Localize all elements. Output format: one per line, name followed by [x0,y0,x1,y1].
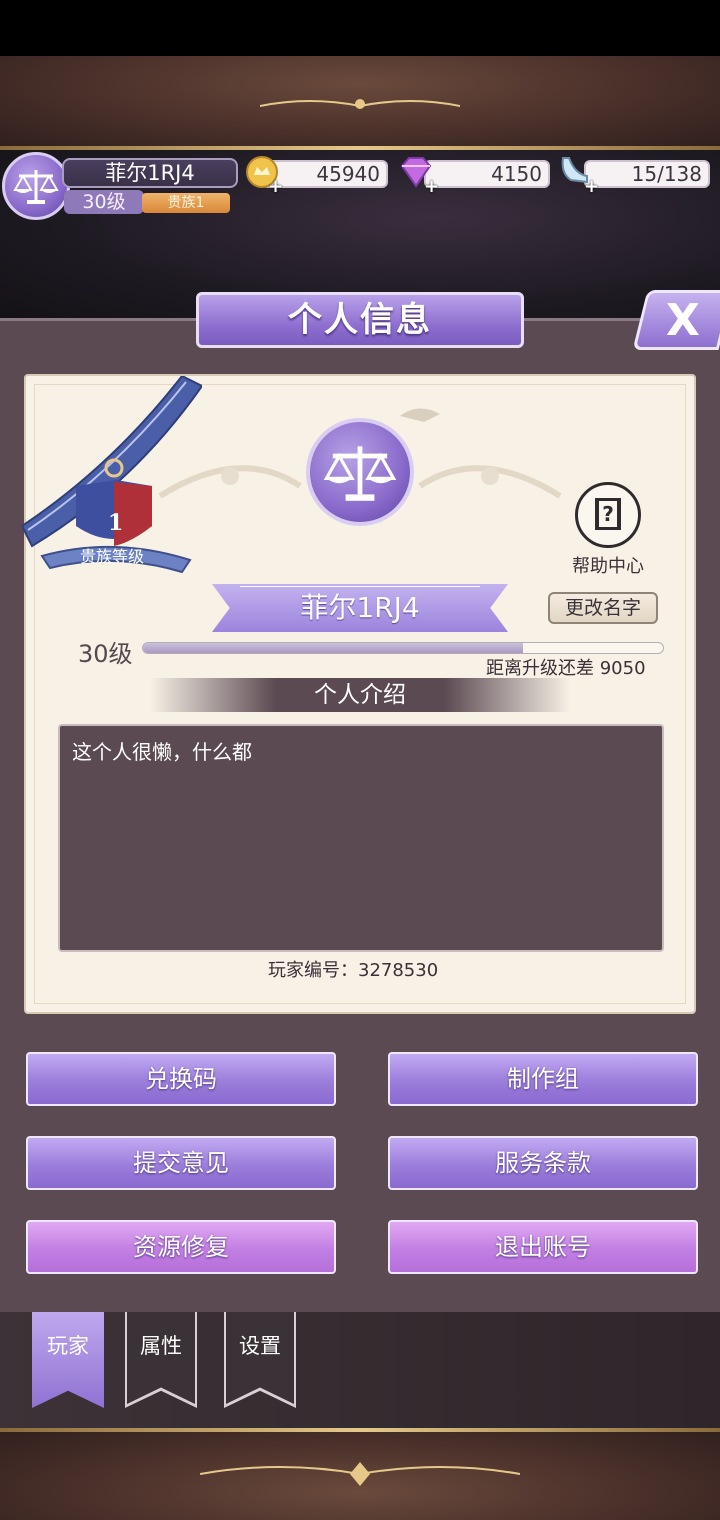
svg-text:?: ? [602,502,614,526]
credits-button[interactable]: 制作组 [388,1052,698,1106]
player-name-banner: 菲尔1RJ4 [212,584,508,632]
resource-repair-button[interactable]: 资源修复 [26,1220,336,1274]
close-button[interactable]: X [632,290,720,350]
feedback-button[interactable]: 提交意见 [26,1136,336,1190]
profile-emblem[interactable] [306,418,414,526]
banner-divider [240,586,480,587]
status-bar [0,0,720,56]
player-id: 玩家编号：3278530 [268,960,439,981]
gold-divider-bottom [0,1428,720,1432]
intro-section-header: 个人介绍 [150,678,570,712]
xp-remaining: 距离升级还差 9050 [486,658,646,679]
noble-level-label: 贵族等级 [80,547,145,566]
header-level: 30级 [64,190,144,214]
add-stamina-icon[interactable]: + [584,176,599,197]
help-center-button[interactable]: ? 帮助中心 [572,482,644,578]
noble-badge[interactable]: 贵族1 [142,193,230,213]
terms-button[interactable]: 服务条款 [388,1136,698,1190]
redeem-code-button[interactable]: 兑换码 [26,1052,336,1106]
intro-textarea[interactable]: 这个人很懒，什么都 [58,724,664,952]
noble-level-number: 1 [108,510,124,536]
scales-icon [323,446,397,501]
xp-bar-fill [143,643,523,653]
panel-title: 个人信息 [196,292,524,348]
help-center-label: 帮助中心 [572,556,644,577]
stamina-amount: 15/138 [584,160,710,188]
scales-icon [13,170,59,204]
add-gold-icon[interactable]: + [268,176,283,197]
ornament-icon [260,99,460,109]
diamond-amount: 4150 [424,160,550,188]
help-book-icon: ? [575,482,641,548]
bottom-ornament-icon [200,1462,520,1486]
logout-button[interactable]: 退出账号 [388,1220,698,1274]
player-level: 30级 [78,640,133,668]
tab-bar [0,1312,720,1430]
close-icon: X [666,294,700,346]
add-diamond-icon[interactable]: + [424,176,439,197]
avatar[interactable] [2,152,70,220]
rename-button[interactable]: 更改名字 [548,592,658,624]
intro-header-label: 个人介绍 [314,682,406,708]
header-player-name: 菲尔1RJ4 [62,158,238,188]
